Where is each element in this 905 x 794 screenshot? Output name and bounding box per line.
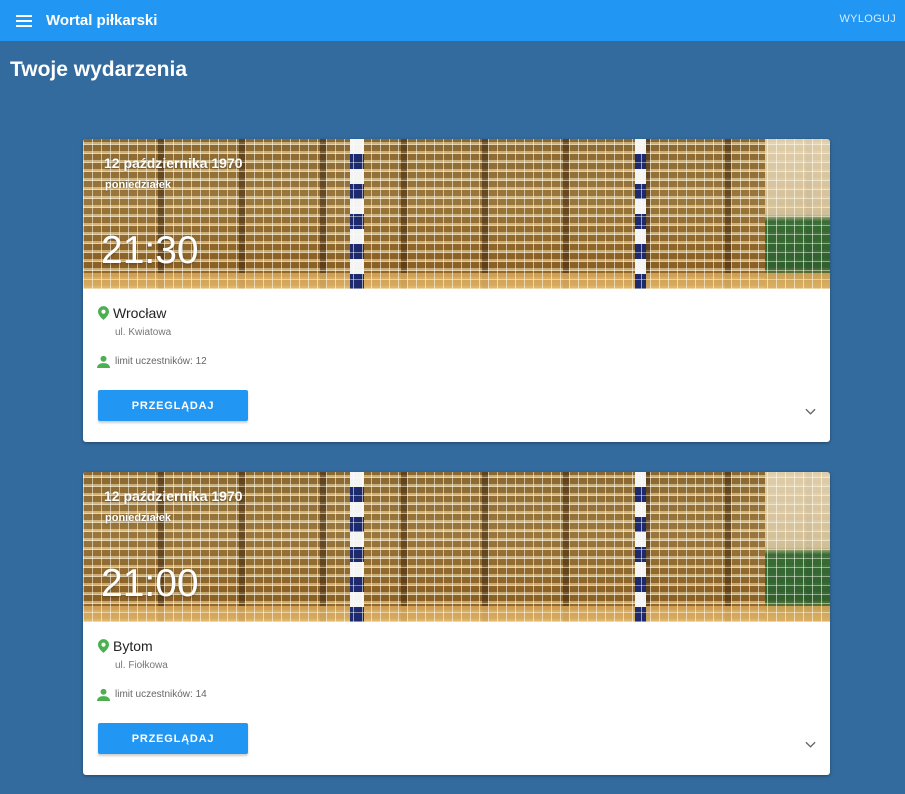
view-event-button[interactable]: PRZEGLĄDAJ xyxy=(98,723,248,754)
person-icon xyxy=(97,688,110,701)
event-hero-image: 12 października 1970 poniedziałek 21:00 xyxy=(83,472,830,622)
event-details: Wrocław ul. Kwiatowa limit uczestników: … xyxy=(83,289,830,442)
chevron-down-icon[interactable] xyxy=(805,741,816,749)
participant-limit: limit uczestników: 12 xyxy=(115,356,207,367)
event-card: 12 października 1970 poniedziałek 21:30 … xyxy=(83,139,830,442)
top-app-bar: Wortal piłkarski WYLOGUJ xyxy=(0,0,905,41)
event-weekday: poniedziałek xyxy=(105,512,172,524)
event-date: 12 października 1970 xyxy=(104,488,243,504)
page-title: Twoje wydarzenia xyxy=(10,58,187,81)
event-time: 21:00 xyxy=(101,562,199,605)
event-city: Wrocław xyxy=(113,305,167,321)
event-city: Bytom xyxy=(113,638,153,654)
participant-limit: limit uczestników: 14 xyxy=(115,689,207,700)
view-event-button[interactable]: PRZEGLĄDAJ xyxy=(98,390,248,421)
event-weekday: poniedziałek xyxy=(105,179,172,191)
location-pin-icon xyxy=(98,306,109,320)
event-street: ul. Kwiatowa xyxy=(115,327,172,338)
event-hero-image: 12 października 1970 poniedziałek 21:30 xyxy=(83,139,830,289)
event-date: 12 października 1970 xyxy=(104,155,243,171)
hamburger-menu-icon[interactable] xyxy=(16,14,32,27)
location-pin-icon xyxy=(98,639,109,653)
event-card: 12 października 1970 poniedziałek 21:00 … xyxy=(83,472,830,775)
logout-button[interactable]: WYLOGUJ xyxy=(840,13,897,25)
event-time: 21:30 xyxy=(101,229,199,272)
app-title: Wortal piłkarski xyxy=(46,12,158,29)
chevron-down-icon[interactable] xyxy=(805,408,816,416)
person-icon xyxy=(97,355,110,368)
event-street: ul. Fiołkowa xyxy=(115,660,168,671)
event-details: Bytom ul. Fiołkowa limit uczestników: 14… xyxy=(83,622,830,775)
